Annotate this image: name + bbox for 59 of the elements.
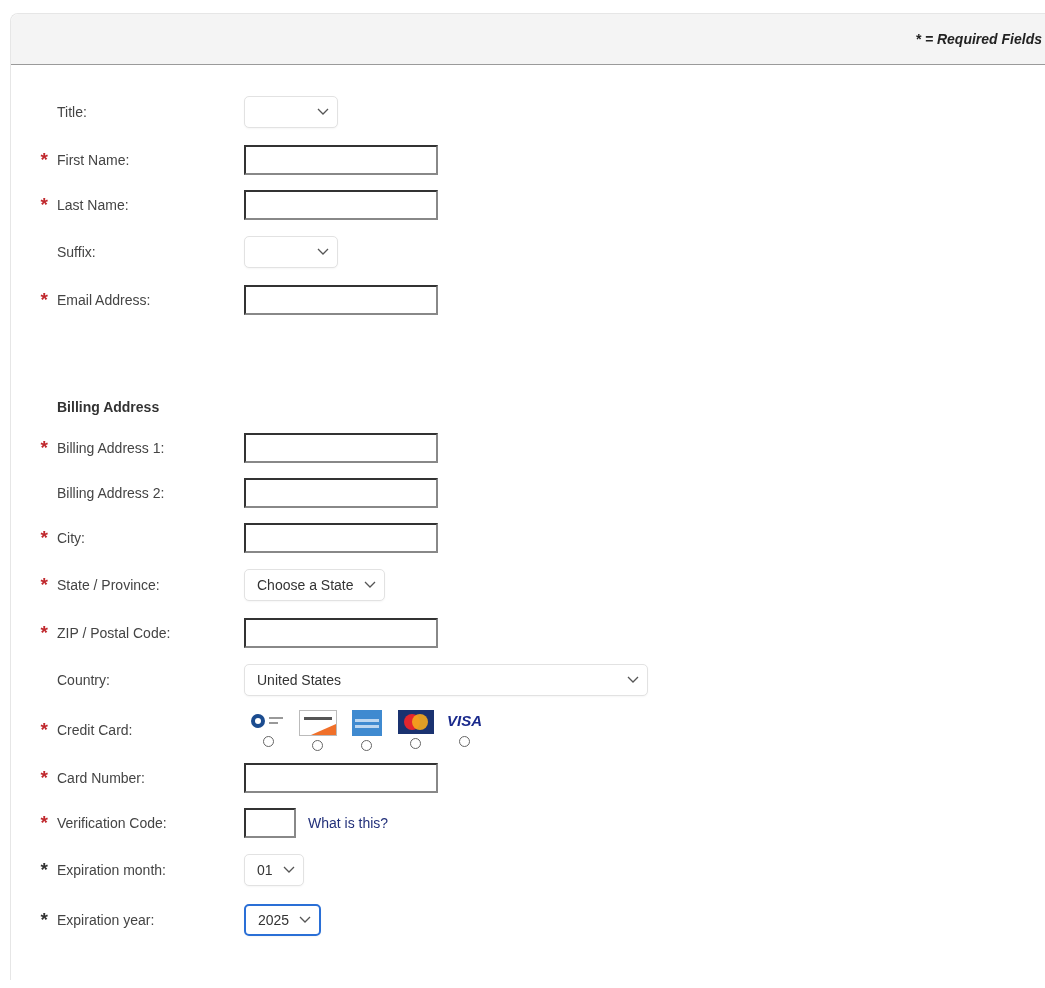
- required-mark: *: [40, 292, 48, 305]
- text-field[interactable]: [244, 762, 438, 793]
- field-label: Expiration year:: [57, 912, 156, 928]
- field-label: ZIP / Postal Code:: [57, 624, 172, 641]
- card-logo-icon: [351, 709, 382, 736]
- required-mark: *: [40, 625, 48, 638]
- field-label: Expiration month:: [57, 862, 167, 878]
- text-field[interactable]: [244, 189, 438, 220]
- required-mark: *: [40, 530, 48, 543]
- help-link[interactable]: What is this?: [308, 814, 389, 831]
- dropdown[interactable]: Choose a State: [244, 569, 385, 601]
- dropdown[interactable]: 01: [244, 854, 304, 886]
- radio-button[interactable]: [361, 739, 372, 751]
- radio-button[interactable]: [263, 735, 274, 747]
- field-label: First Name:: [57, 151, 131, 168]
- required-mark: *: [40, 440, 48, 453]
- field-label: City:: [57, 529, 86, 546]
- text-field[interactable]: [244, 144, 438, 175]
- text-field[interactable]: [244, 432, 438, 463]
- field-label: Suffix:: [57, 244, 97, 260]
- field-label: Credit Card:: [57, 722, 134, 738]
- required-note: * = Required Fields: [915, 31, 1042, 47]
- card-logo-icon: [397, 709, 434, 734]
- field-label: State / Province:: [57, 577, 161, 593]
- radio-button[interactable]: [312, 739, 323, 751]
- required-mark: *: [40, 152, 48, 165]
- field-label: Billing Address 1:: [57, 439, 166, 456]
- visa-logo: VISA: [447, 710, 482, 731]
- field-label: Email Address:: [57, 291, 152, 308]
- section-heading: Billing Address: [56, 398, 161, 417]
- field-label: Card Number:: [57, 769, 146, 786]
- required-mark: *: [40, 197, 48, 210]
- field-label: Verification Code:: [57, 814, 168, 831]
- dropdown[interactable]: 2025: [244, 904, 322, 936]
- required-mark: *: [40, 723, 48, 735]
- text-field[interactable]: [244, 284, 438, 315]
- chevron-down-icon: [317, 108, 329, 116]
- chevron-down-icon: [363, 581, 376, 589]
- field-label: Country:: [57, 672, 111, 688]
- required-mark: *: [40, 863, 48, 875]
- required-mark: *: [40, 913, 48, 925]
- radio-button[interactable]: [459, 735, 470, 747]
- field-label: Last Name:: [57, 196, 130, 213]
- text-field[interactable]: [244, 522, 438, 553]
- required-mark: *: [40, 770, 48, 783]
- card-logo-icon: [298, 709, 337, 736]
- text-field[interactable]: [244, 617, 438, 648]
- radio-button[interactable]: [410, 737, 421, 749]
- required-mark: *: [40, 578, 48, 590]
- text-field[interactable]: [244, 477, 438, 508]
- chevron-down-icon: [317, 248, 329, 256]
- chevron-down-icon: [299, 916, 312, 924]
- chevron-down-icon: [282, 866, 295, 874]
- chevron-down-icon: [627, 676, 639, 684]
- required-mark: *: [40, 815, 48, 828]
- field-label: Title:: [57, 104, 88, 120]
- dropdown[interactable]: United States: [244, 664, 648, 696]
- code-field[interactable]: [244, 807, 296, 838]
- field-label: Billing Address 2:: [57, 484, 166, 501]
